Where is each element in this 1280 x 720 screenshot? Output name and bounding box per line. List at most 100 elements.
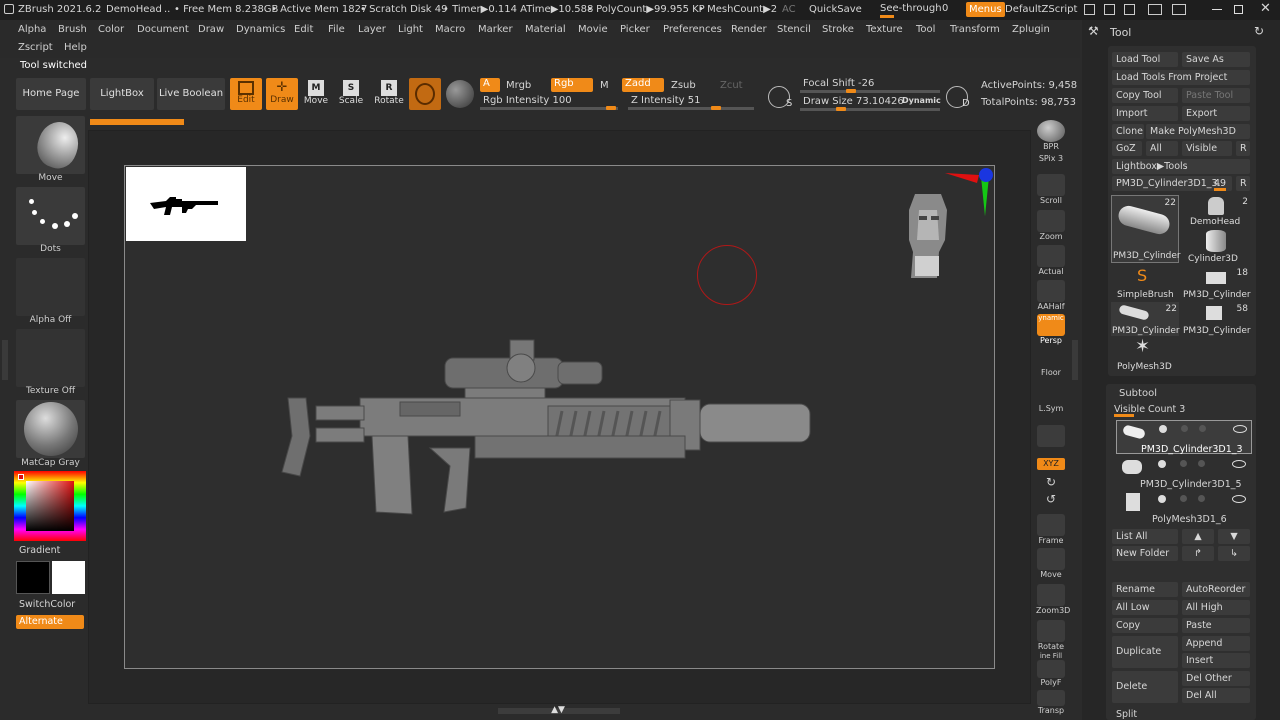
persp-button[interactable]: ynamic Persp: [1036, 314, 1066, 345]
menu-stroke[interactable]: Stroke: [822, 24, 854, 35]
layout-icon-3[interactable]: [1124, 4, 1135, 15]
floor-button[interactable]: Floor: [1036, 354, 1066, 377]
lightbox-button[interactable]: LightBox: [90, 78, 154, 110]
polyf-button[interactable]: ine Fill PolyF: [1036, 652, 1066, 687]
menu-file[interactable]: File: [328, 24, 345, 35]
zoom-button[interactable]: Zoom: [1036, 210, 1066, 241]
subtool-2-visibility-icon[interactable]: [1232, 460, 1246, 468]
rename-button[interactable]: Rename: [1112, 582, 1178, 597]
make-polymesh-button[interactable]: Make PolyMesh3D: [1146, 124, 1250, 139]
subtool-3-visibility-icon[interactable]: [1232, 495, 1246, 503]
load-tools-from-project-button[interactable]: Load Tools From Project: [1112, 70, 1250, 85]
bpr-button[interactable]: BPR: [1036, 120, 1066, 151]
menu-brush[interactable]: Brush: [58, 24, 87, 35]
z-intensity-slider[interactable]: [628, 107, 754, 110]
color-picker-square[interactable]: [26, 481, 74, 531]
delete-button[interactable]: Delete: [1112, 671, 1178, 703]
frame-button[interactable]: Frame: [1036, 514, 1066, 545]
rotate-z-button[interactable]: ↺: [1036, 492, 1066, 506]
zsub-toggle[interactable]: Zsub: [671, 80, 696, 91]
lsym-button[interactable]: L.Sym: [1036, 390, 1066, 413]
bottom-arrow-icon[interactable]: ▲▼: [549, 705, 567, 715]
paste-tool-button[interactable]: Paste Tool: [1182, 88, 1250, 103]
goz-all-button[interactable]: All: [1146, 141, 1178, 156]
tool-thumb-pm3d-cylinder-18[interactable]: 18 PM3D_Cylinder: [1182, 266, 1251, 300]
split-section[interactable]: Split: [1116, 709, 1137, 720]
insert-button[interactable]: Insert: [1182, 653, 1250, 668]
material-thumbnail[interactable]: [16, 400, 85, 458]
menu-light[interactable]: Light: [398, 24, 423, 35]
tool-thumb-pm3d-cylinder-22[interactable]: 22 PM3D_Cylinder: [1111, 302, 1180, 336]
rotate-button[interactable]: R Rotate: [373, 78, 405, 106]
aahalf-button[interactable]: AAHalf: [1036, 280, 1066, 311]
rgb-intensity-knob[interactable]: [606, 106, 616, 110]
zcut-toggle[interactable]: Zcut: [720, 80, 743, 91]
menus-button[interactable]: Menus: [966, 2, 1005, 17]
left-panel-collapse-icon[interactable]: [2, 340, 8, 380]
del-all-button[interactable]: Del All: [1182, 688, 1250, 703]
draw-size-slider[interactable]: [800, 108, 940, 111]
secondary-color-swatch[interactable]: [52, 561, 85, 594]
menu-tool[interactable]: Tool: [916, 24, 935, 35]
menu-render[interactable]: Render: [731, 24, 767, 35]
xyz-button[interactable]: XYZ: [1036, 458, 1066, 470]
restore-icon[interactable]: [1234, 5, 1243, 14]
alternate-button[interactable]: Alternate: [16, 615, 84, 629]
dynamic-toggle[interactable]: Dynamic: [902, 96, 941, 105]
move-up-button[interactable]: ▲: [1182, 529, 1214, 544]
export-button[interactable]: Export: [1182, 106, 1250, 121]
menu-movie[interactable]: Movie: [578, 24, 608, 35]
focal-shift-knob[interactable]: [846, 89, 856, 93]
stroke-thumbnail[interactable]: [16, 187, 85, 245]
lock-button[interactable]: [1036, 425, 1066, 447]
minimize-icon[interactable]: [1212, 9, 1222, 10]
draw-button[interactable]: ✛ Draw: [266, 78, 298, 110]
texture-thumbnail[interactable]: [16, 329, 85, 387]
tool-palette-refresh-icon[interactable]: ↻: [1254, 24, 1264, 38]
menu-preferences[interactable]: Preferences: [663, 24, 722, 35]
switchcolor-button[interactable]: SwitchColor: [19, 599, 75, 610]
duplicate-button[interactable]: Duplicate: [1112, 636, 1178, 668]
menu-layer[interactable]: Layer: [358, 24, 386, 35]
folder-arrow-icon-1[interactable]: ↱: [1182, 546, 1214, 561]
menu-transform[interactable]: Transform: [950, 24, 1000, 35]
actual-button[interactable]: Actual: [1036, 245, 1066, 276]
goz-r-button[interactable]: R: [1236, 141, 1250, 156]
z-intensity-knob[interactable]: [711, 106, 721, 110]
material-swatch-icon[interactable]: [409, 78, 441, 110]
zadd-toggle[interactable]: Zadd: [622, 78, 664, 92]
menu-texture[interactable]: Texture: [866, 24, 903, 35]
menu-picker[interactable]: Picker: [620, 24, 650, 35]
menu-stencil[interactable]: Stencil: [777, 24, 811, 35]
rifle-mesh[interactable]: [280, 336, 820, 521]
menu-edit[interactable]: Edit: [294, 24, 313, 35]
paste-button[interactable]: Paste: [1182, 618, 1250, 633]
tool-thumb-simplebrush[interactable]: S SimpleBrush: [1111, 266, 1179, 300]
goz-visible-button[interactable]: Visible: [1182, 141, 1232, 156]
autoreorder-button[interactable]: AutoReorder: [1182, 582, 1250, 597]
tool-thumb-demohead[interactable]: 2 DemoHead: [1182, 195, 1250, 227]
append-button[interactable]: Append: [1182, 636, 1250, 651]
layout-icon-5[interactable]: [1172, 4, 1186, 15]
menu-zscript[interactable]: Zscript: [18, 42, 53, 53]
brush-thumbnail[interactable]: [16, 116, 85, 174]
clone-button[interactable]: Clone: [1112, 124, 1144, 139]
move-button[interactable]: M Move: [302, 78, 330, 106]
alpha-thumbnail[interactable]: [16, 258, 85, 316]
copy-button[interactable]: Copy: [1112, 618, 1178, 633]
live-boolean-button[interactable]: Live Boolean: [157, 78, 225, 110]
menu-zplugin[interactable]: Zplugin: [1012, 24, 1050, 35]
document-canvas[interactable]: [124, 165, 995, 669]
rgb-toggle[interactable]: Rgb: [551, 78, 593, 92]
rotate-y-button[interactable]: ↻: [1036, 475, 1066, 489]
del-other-button[interactable]: Del Other: [1182, 671, 1250, 686]
menu-help[interactable]: Help: [64, 42, 87, 53]
mrgb-toggle[interactable]: Mrgb: [506, 80, 531, 91]
layout-icon-4[interactable]: [1148, 4, 1162, 15]
copy-tool-button[interactable]: Copy Tool: [1112, 88, 1178, 103]
menu-color[interactable]: Color: [98, 24, 124, 35]
scroll-button[interactable]: Scroll: [1036, 174, 1066, 205]
all-low-button[interactable]: All Low: [1112, 600, 1178, 615]
subtool-1-visibility-icon[interactable]: [1233, 425, 1247, 433]
rotate-view-button[interactable]: Rotate: [1036, 620, 1066, 651]
